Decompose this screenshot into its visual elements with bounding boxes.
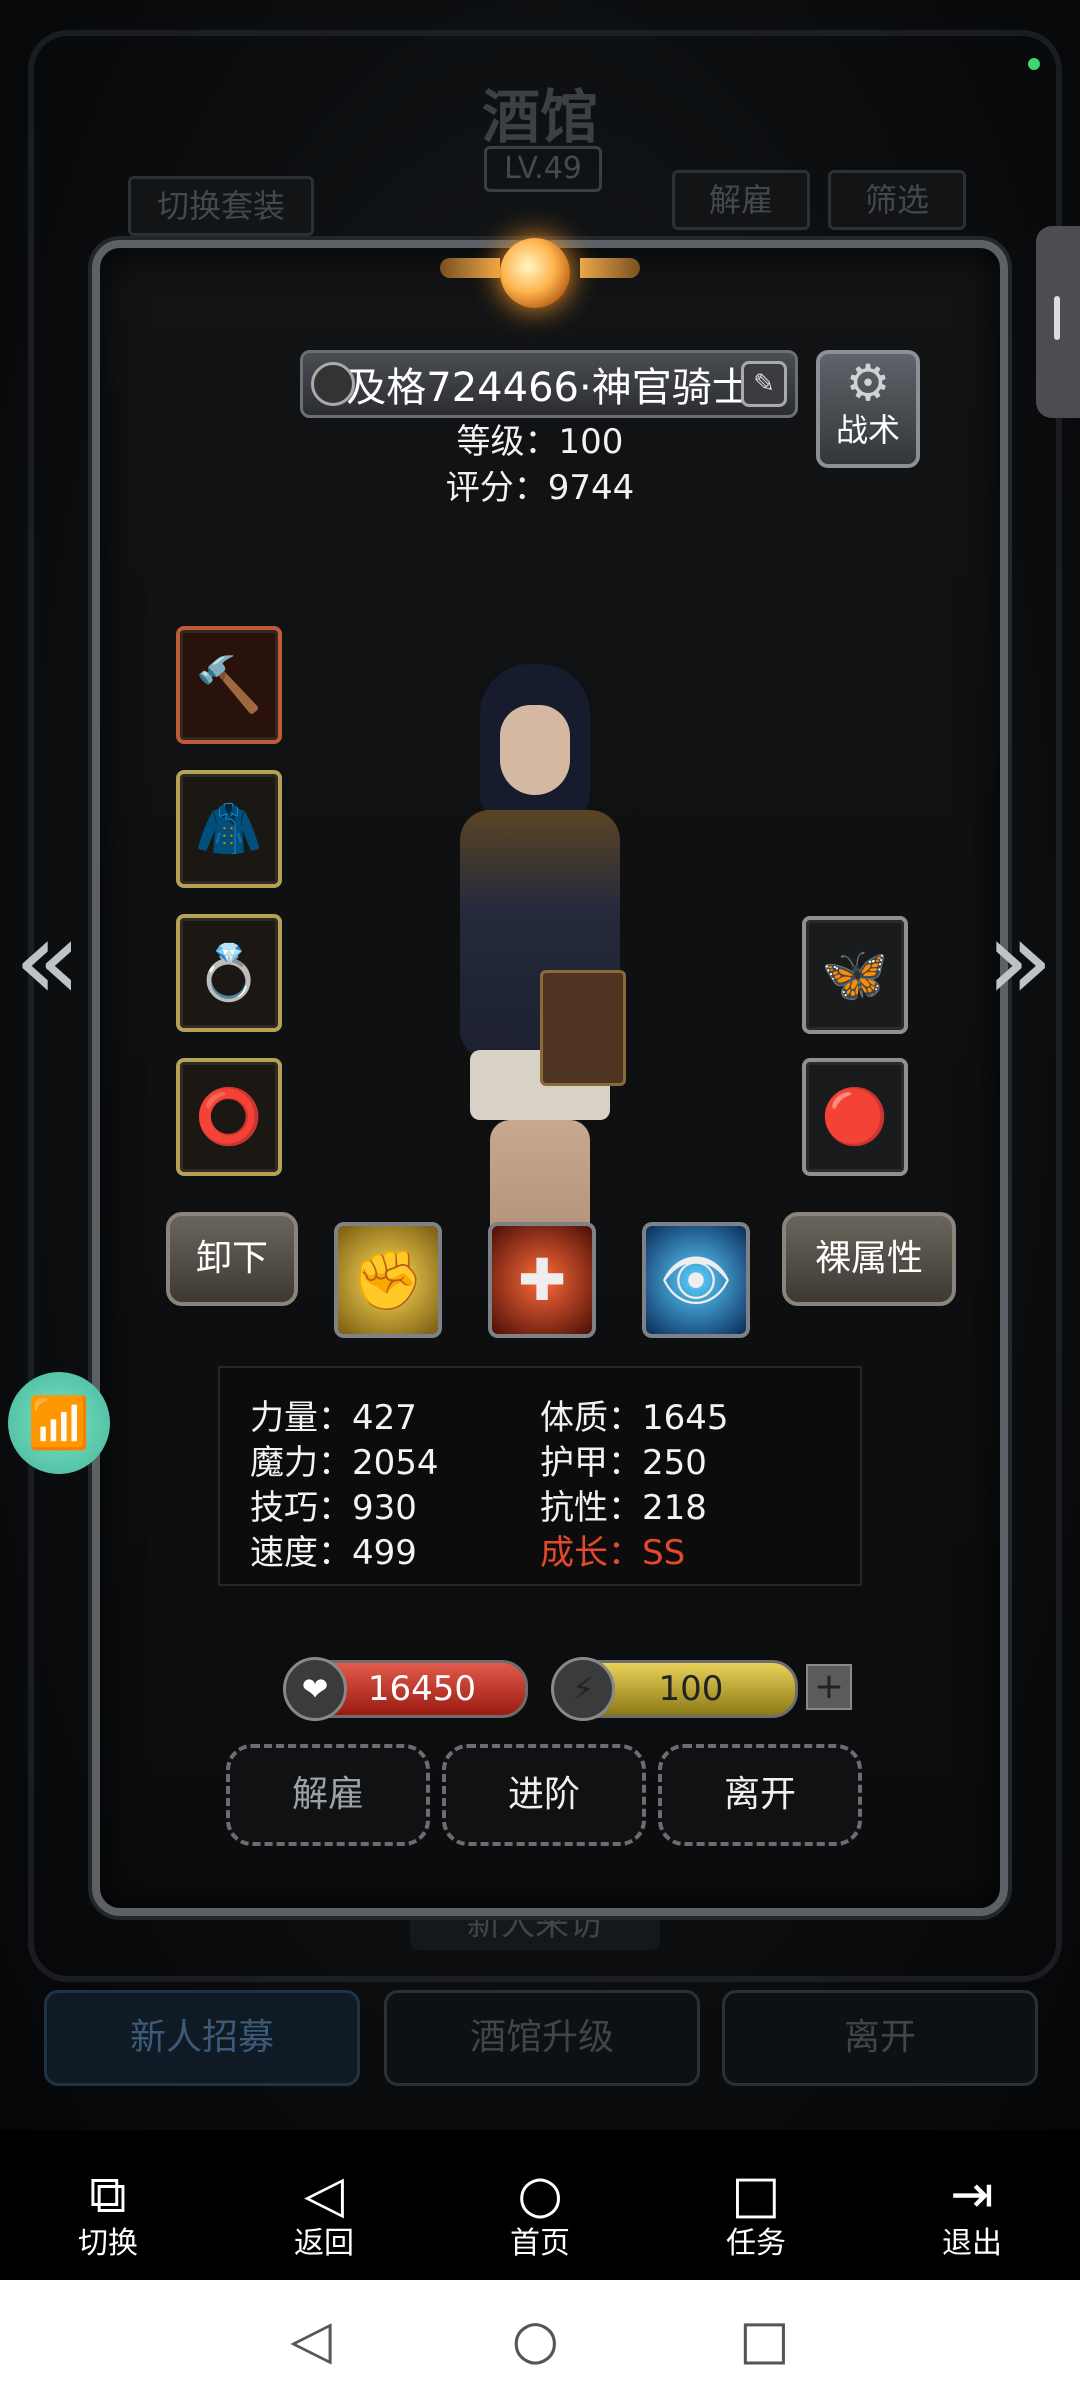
switch-outfit-button[interactable]: 切换套装 (128, 176, 314, 236)
nav-home-icon[interactable]: ○ (512, 2308, 559, 2371)
toolbar-back-label: 返回 (294, 2226, 354, 2261)
task-square-icon: □ (731, 2165, 781, 2225)
recruit-button[interactable]: 新人招募 (44, 1990, 360, 2086)
wing-right-icon (580, 258, 640, 278)
toolbar-tasks-label: 任务 (726, 2226, 786, 2261)
stat-constitution: 体质：1645 (540, 1398, 729, 1438)
energy-bar: ⚡ 100 (551, 1657, 798, 1721)
unequip-button[interactable]: 卸下 (166, 1212, 298, 1306)
energy-value: 100 (658, 1669, 724, 1709)
hero-character (420, 650, 660, 1310)
stat-strength: 力量：427 (250, 1398, 417, 1438)
hammer-icon: 🔨 (195, 653, 263, 716)
gear-icon: ⚙ (845, 354, 891, 412)
base-attribute-button[interactable]: 裸属性 (782, 1212, 956, 1306)
ring-icon: 💍 (195, 941, 263, 1004)
pull-handle-icon (1054, 296, 1060, 340)
bg-dismiss-button[interactable]: 解雇 (672, 170, 810, 230)
tactic-label: 战术 (835, 411, 900, 449)
phone-switch-icon: ⧉ (89, 2165, 127, 2225)
hero-level: 等级：100 (456, 422, 624, 462)
wifi-float-icon[interactable]: 📶 (8, 1372, 110, 1474)
bg-filter-button[interactable]: 筛选 (828, 170, 966, 230)
prev-hero-arrow-icon[interactable]: « (14, 905, 81, 1015)
book-icon (540, 970, 626, 1086)
bg-leave-button[interactable]: 离开 (722, 1990, 1038, 2086)
toolbar-home[interactable]: ○ 首页 (432, 2130, 648, 2280)
stat-armor: 护甲：250 (540, 1443, 707, 1483)
toolbar-exit[interactable]: ⇥ 退出 (864, 2130, 1080, 2280)
toolbar-back[interactable]: ◁ 返回 (216, 2130, 432, 2280)
side-pull-tab[interactable] (1036, 226, 1080, 418)
purple-ring-icon: ⭕ (195, 1085, 263, 1148)
bottom-toolbar: ⧉ 切换 ◁ 返回 ○ 首页 □ 任务 ⇥ 退出 (0, 2130, 1080, 2280)
hp-value: 16450 (367, 1669, 477, 1709)
cross-skill-icon[interactable]: ✚ (488, 1222, 596, 1338)
advance-button[interactable]: 进阶 (442, 1744, 646, 1846)
stat-speed: 速度：499 (250, 1533, 417, 1573)
face (500, 705, 570, 795)
status-dot (1028, 58, 1040, 70)
stat-growth: 成长：SS (540, 1533, 686, 1573)
upgrade-tavern-button[interactable]: 酒馆升级 (384, 1990, 700, 2086)
toolbar-tasks[interactable]: □ 任务 (648, 2130, 864, 2280)
leave-button[interactable]: 离开 (658, 1744, 862, 1846)
armor-slot[interactable]: 🧥 (176, 770, 282, 888)
tavern-title: 酒馆 (481, 83, 598, 151)
ring-slot-1[interactable]: 💍 (176, 914, 282, 1032)
hero-name: 及格724466·神官骑士 (346, 365, 752, 411)
tavern-level: LV.49 (484, 146, 602, 192)
hp-bar: ❤ 16450 (283, 1657, 528, 1721)
wing-left-icon (440, 258, 500, 278)
gem-slot[interactable]: 🔴 (802, 1058, 908, 1176)
cloak-icon: 🧥 (195, 797, 263, 860)
system-nav-bar: ◁ ○ □ (0, 2280, 1080, 2398)
next-hero-arrow-icon[interactable]: » (986, 905, 1053, 1015)
dismiss-button[interactable]: 解雇 (226, 1744, 430, 1846)
nav-back-icon[interactable]: ◁ (290, 2308, 332, 2371)
fist-skill-icon[interactable]: ✊ (334, 1222, 442, 1338)
stat-magic: 魔力：2054 (250, 1443, 439, 1483)
wings-slot[interactable]: 🦋 (802, 916, 908, 1034)
stats-panel: 力量：427 体质：1645 魔力：2054 护甲：250 技巧：930 抗性：… (218, 1366, 862, 1586)
toolbar-exit-label: 退出 (942, 2226, 1002, 2261)
ring-slot-2[interactable]: ⭕ (176, 1058, 282, 1176)
nav-recents-icon[interactable]: □ (739, 2308, 790, 2371)
butterfly-wings-icon: 🦋 (821, 943, 889, 1006)
home-circle-icon: ○ (517, 2165, 563, 2225)
exit-icon: ⇥ (950, 2165, 994, 2225)
hero-name-bar: 及格724466·神官骑士 ✎ (300, 350, 798, 418)
eye-skill-icon[interactable]: 👁 (642, 1222, 750, 1338)
tactic-button[interactable]: ⚙ 战术 (816, 350, 920, 468)
moon-icon (500, 238, 570, 308)
moon-ornament (440, 218, 640, 318)
stat-resistance: 抗性：218 (540, 1488, 707, 1528)
stat-skill: 技巧：930 (250, 1488, 417, 1528)
heart-icon: ❤ (283, 1657, 347, 1721)
edit-name-icon[interactable]: ✎ (741, 361, 787, 407)
hero-score: 评分：9744 (445, 468, 635, 508)
add-energy-button[interactable]: + (806, 1664, 852, 1710)
lightning-icon: ⚡ (551, 1657, 615, 1721)
back-triangle-icon: ◁ (304, 2165, 344, 2225)
weapon-slot[interactable]: 🔨 (176, 626, 282, 744)
red-gem-icon: 🔴 (821, 1085, 889, 1148)
toolbar-switch[interactable]: ⧉ 切换 (0, 2130, 216, 2280)
toolbar-home-label: 首页 (510, 2226, 570, 2261)
badge-icon (311, 362, 355, 406)
toolbar-switch-label: 切换 (78, 2226, 138, 2261)
